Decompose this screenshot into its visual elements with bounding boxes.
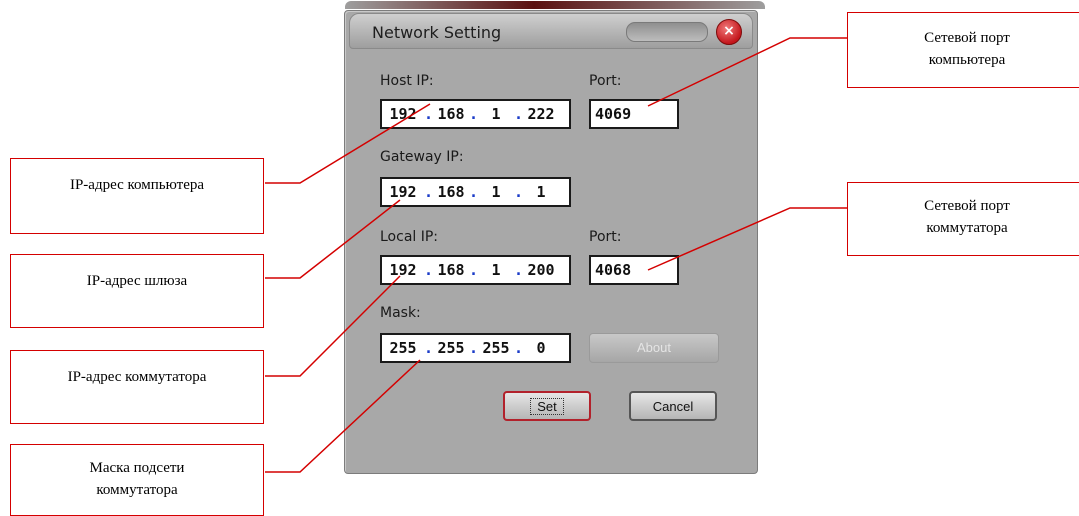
callout-local-port-text-1: Сетевой порт [924, 198, 1010, 214]
callout-local-ip-text: IP-адрес коммутатора [67, 369, 207, 385]
callout-mask-text-1: Маска подсети [89, 460, 185, 476]
callout-host-port-text-2: компьютера [928, 52, 1006, 68]
callout-mask-text-2: коммутатора [96, 482, 178, 498]
callout-local-port: Сетевой порт коммутатора [847, 182, 1079, 256]
callout-local-port-text-2: коммутатора [926, 220, 1008, 236]
callout-host-port: Сетевой порт компьютера [847, 12, 1079, 88]
callout-gateway-ip-text: IP-адрес шлюза [86, 273, 188, 289]
callout-host-ip: IP-адрес компьютера [10, 158, 264, 234]
leader-line-mask [265, 359, 421, 473]
callout-gateway-ip: IP-адрес шлюза [10, 254, 264, 328]
callout-host-port-text-1: Сетевой порт [924, 30, 1010, 46]
callout-local-ip: IP-адрес коммутатора [10, 350, 264, 424]
callout-mask: Маска подсети коммутатора [10, 444, 264, 516]
leader-line-local-ip [265, 275, 401, 377]
leader-line-host-ip [265, 103, 431, 184]
leader-line-local-port [647, 207, 848, 271]
leader-line-gateway-ip [265, 199, 401, 279]
leader-line-host-port [647, 37, 848, 107]
callout-host-ip-text: IP-адрес компьютера [69, 177, 205, 193]
